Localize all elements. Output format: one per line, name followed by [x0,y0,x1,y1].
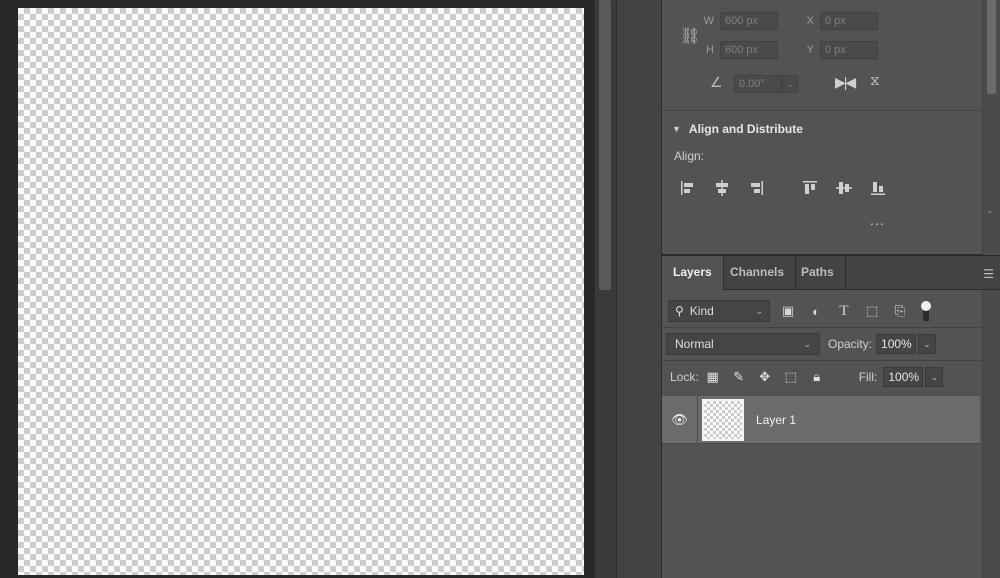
flip-horizontal-icon[interactable]: ▶|◀ [835,74,856,91]
layer-thumbnail[interactable] [702,398,744,441]
fill-label: Fill: [858,370,878,384]
properties-divider [662,110,982,111]
flip-vertical-icon[interactable]: ⧖ [870,72,880,89]
align-right-edges-icon[interactable] [746,178,766,198]
align-distribute-title: Align and Distribute [688,122,803,136]
image-filter-icon[interactable]: ▣ [778,301,798,321]
width-row: W 600 px [698,12,778,30]
layers-panel: Layers Channels Paths ☰ ⚲ Kind ⌄ ▣ ◐ T ⬚… [662,256,1000,578]
width-label: W [703,15,714,27]
layer-filter-row: ⚲ Kind ⌄ ▣ ◐ T ⬚ ⎘ [662,298,982,324]
height-label: H [706,44,714,56]
fill-field[interactable]: 100% [883,367,924,387]
transparent-canvas[interactable] [18,8,584,575]
type-filter-icon[interactable]: T [834,301,854,321]
align-distribute-header[interactable]: ▼ Align and Distribute [672,122,803,136]
visibility-eye-icon[interactable]: 👁︎ [662,395,698,444]
height-field[interactable]: 600 px [720,41,778,59]
y-row: Y 0 px [798,41,878,59]
tab-paths[interactable]: Paths [790,256,846,290]
y-field[interactable]: 0 px [820,41,878,59]
angle-field[interactable]: 0.00° [734,75,782,93]
align-vertical-centers-icon[interactable] [834,178,854,198]
x-field[interactable]: 0 px [820,12,878,30]
opacity-dropdown-icon[interactable]: ⌄ [918,334,937,354]
align-bottom-edges-icon[interactable] [868,178,888,198]
blend-divider [662,360,1000,361]
collapsed-panel-dock [616,0,662,578]
blend-opacity-row: Normal ⌄ Opacity: 100% ⌄ [662,332,982,356]
align-top-edges-icon[interactable] [800,178,820,198]
properties-scrollbar-thumb[interactable] [987,0,996,94]
lock-image-pixels-icon[interactable]: ✎ [729,367,749,387]
filter-toggle-icon[interactable] [920,299,932,323]
angle-row: 0.00° ⌄ [734,75,798,93]
align-horizontal-centers-icon[interactable] [712,178,732,198]
angle-dropdown-icon[interactable]: ⌄ [782,75,798,93]
smart-object-filter-icon[interactable]: ⎘ [890,301,910,321]
fill-dropdown-icon[interactable]: ⌄ [925,367,944,387]
document-window [0,0,594,578]
x-row: X 0 px [798,12,878,30]
chevron-down-icon: ⌄ [803,338,811,349]
search-icon: ⚲ [675,304,684,318]
height-row: H 600 px [698,41,778,59]
layers-scrollbar[interactable] [982,290,1000,578]
panel-menu-icon[interactable]: ☰ [983,267,994,281]
lock-label: Lock: [670,370,699,384]
scroll-down-icon[interactable]: ⌄ [986,205,994,216]
lock-position-icon[interactable]: ✥ [755,367,775,387]
filter-kind-label: Kind [689,304,714,318]
lock-fill-row: Lock: ▦ ✎ ✥ ⬚ 🔒︎ Fill: 100% ⌄ [662,366,982,388]
lock-transparent-pixels-icon[interactable]: ▦ [703,367,723,387]
chevron-down-icon[interactable]: ▼ [672,124,681,134]
tab-layers[interactable]: Layers [662,256,724,290]
x-label: X [806,15,814,27]
opacity-label: Opacity: [828,337,873,351]
prevent-autonest-icon[interactable]: ⬚ [781,367,801,387]
more-options-button[interactable]: ... [870,212,885,228]
tab-channels[interactable]: Channels [719,256,797,290]
document-vertical-scrollbar[interactable] [594,0,616,578]
align-label: Align: [674,149,705,163]
adjustment-filter-icon[interactable]: ◐ [806,301,826,321]
y-label: Y [806,44,814,56]
properties-panel: ⛓ W 600 px X 0 px H 600 px Y 0 px ∠ 0.00… [662,0,1000,255]
blend-mode-select[interactable]: Normal ⌄ [666,333,820,355]
properties-scrollbar[interactable]: ⌄ [982,0,1000,255]
opacity-field[interactable]: 100% [876,334,917,354]
layer-row[interactable]: 👁︎ Layer 1 [662,395,980,444]
layer-name[interactable]: Layer 1 [756,413,796,427]
align-left-edges-icon[interactable] [678,178,698,198]
filter-divider [662,327,1000,328]
width-field[interactable]: 600 px [720,12,778,30]
chevron-down-icon: ⌄ [755,305,763,316]
shape-filter-icon[interactable]: ⬚ [862,301,882,321]
panel-tab-bar: Layers Channels Paths ☰ [662,256,1000,290]
lock-all-icon[interactable]: 🔒︎ [807,367,827,387]
filter-kind-select[interactable]: ⚲ Kind ⌄ [668,300,770,322]
blend-mode-value: Normal [675,337,714,351]
document-scrollbar-thumb[interactable] [599,0,611,290]
angle-icon: ∠ [710,74,723,90]
